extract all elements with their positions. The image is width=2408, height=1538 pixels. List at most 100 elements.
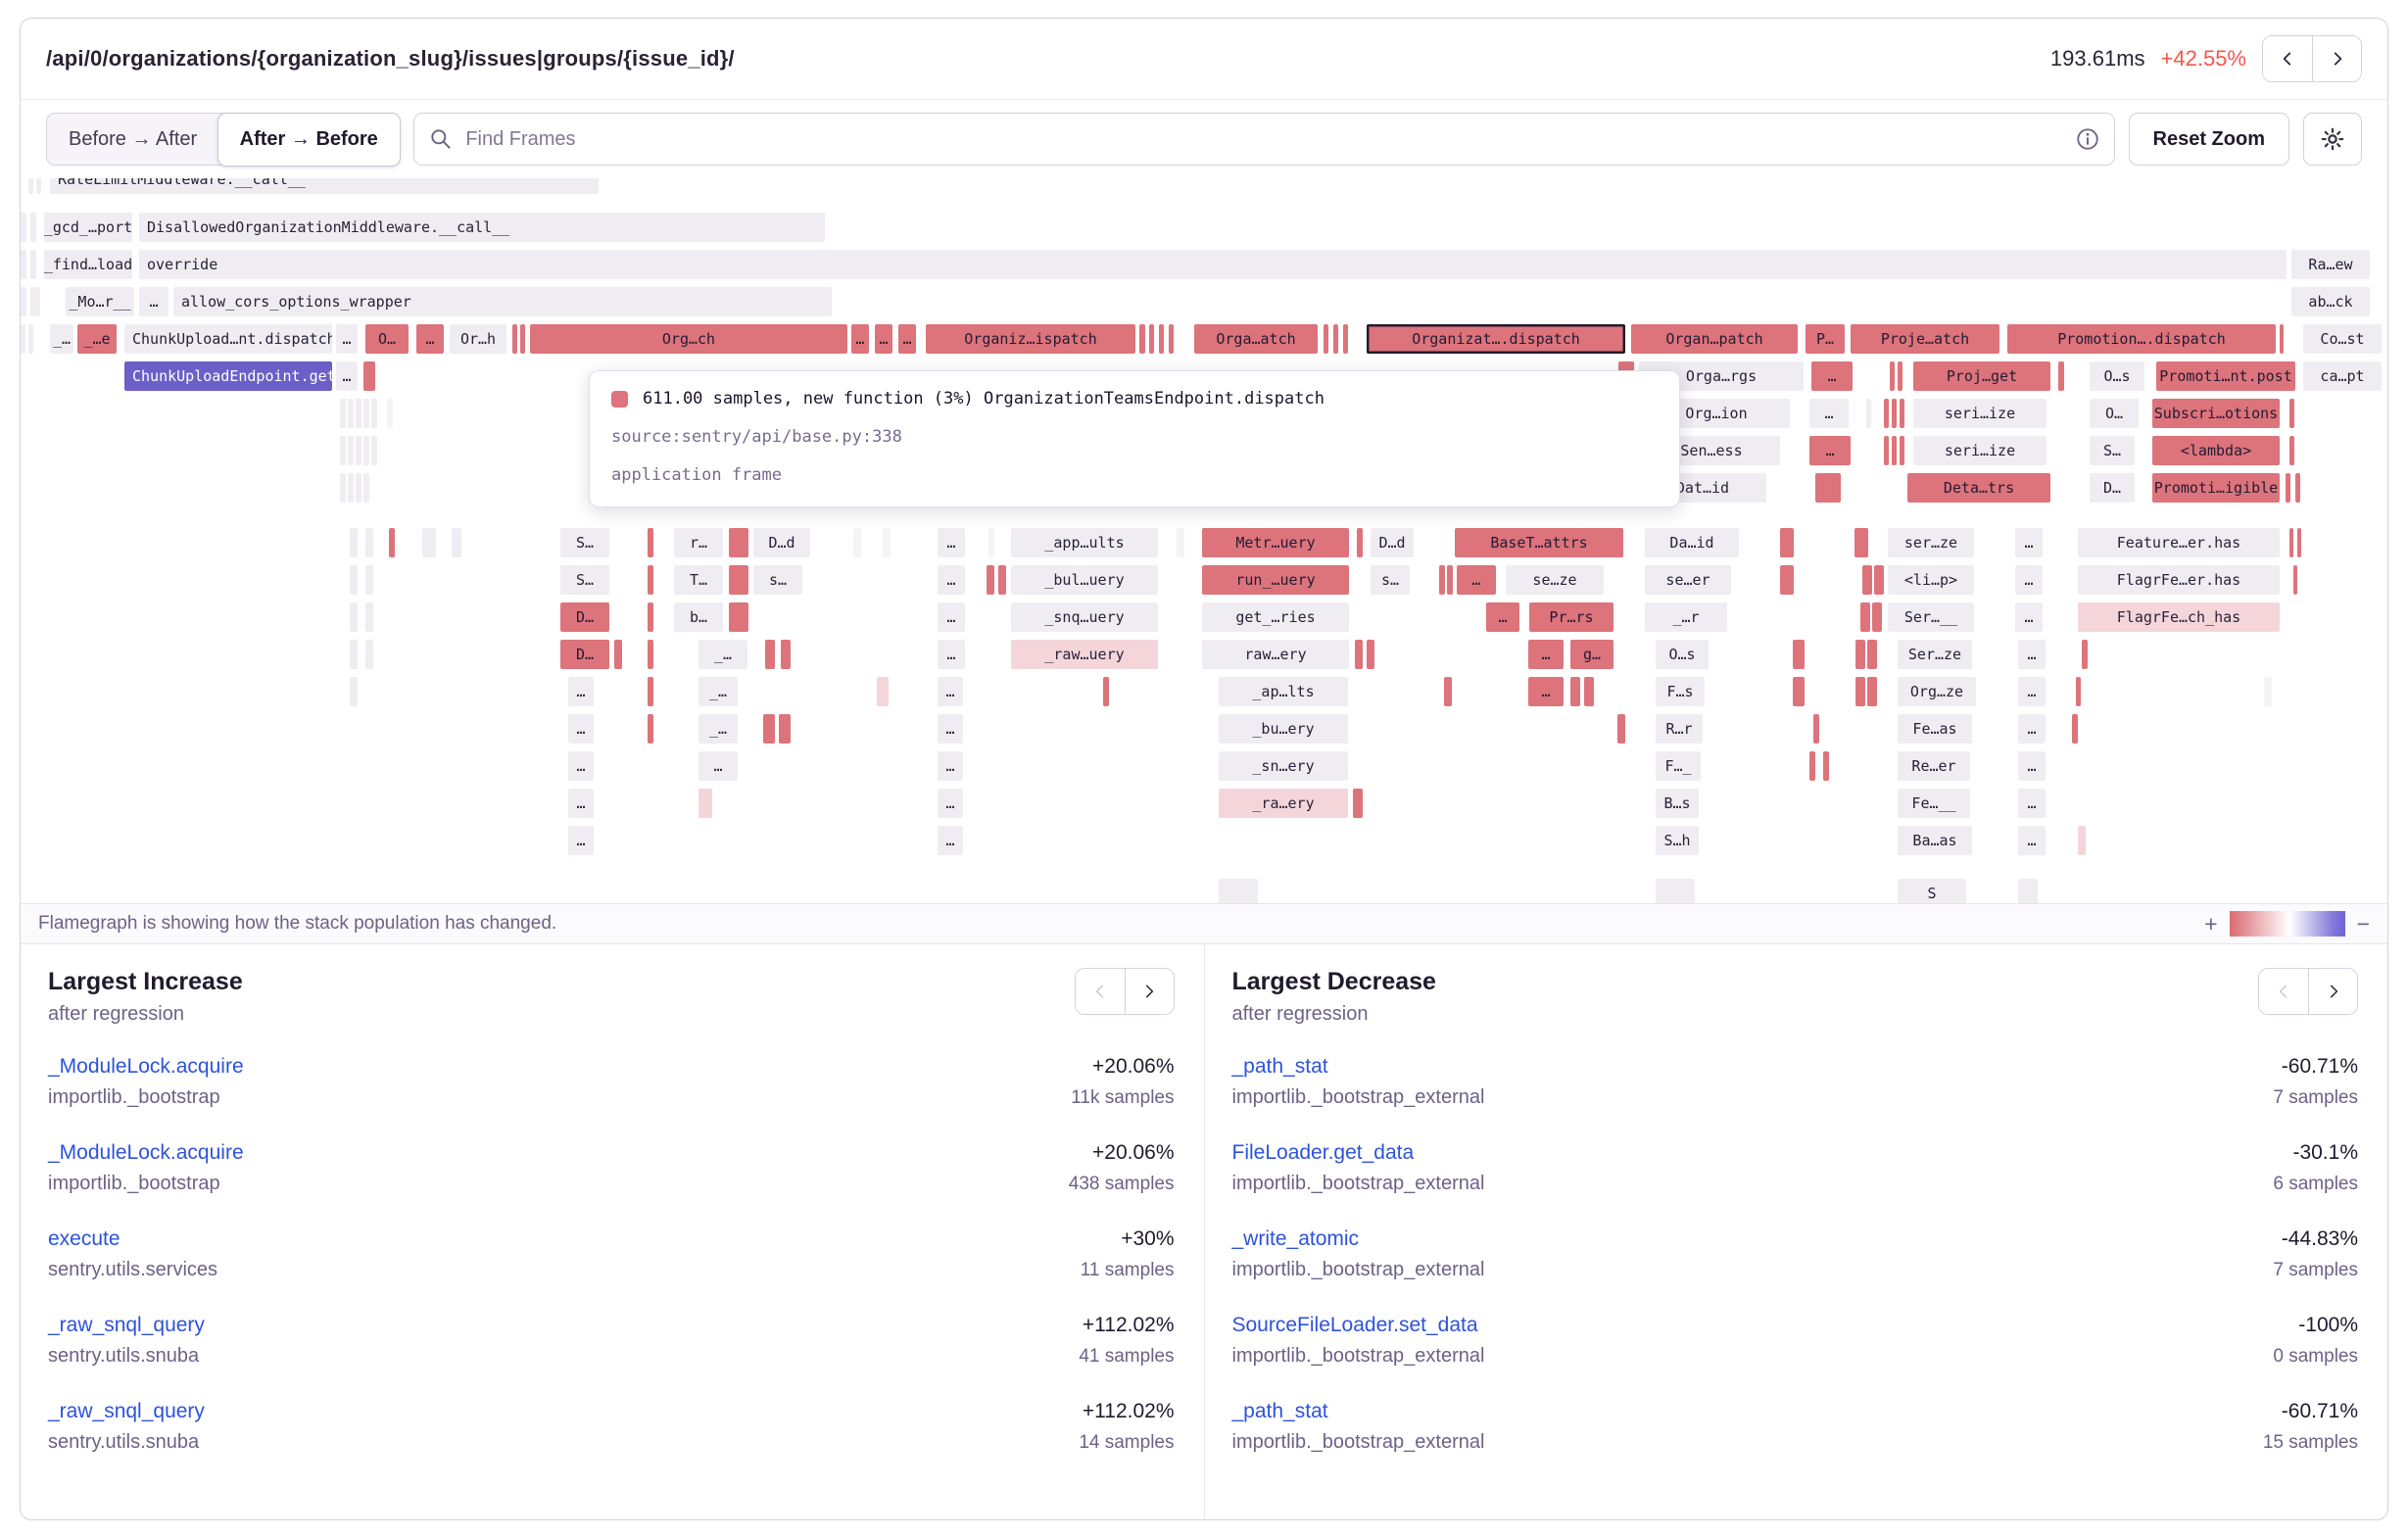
toggle-before-after[interactable]: Before → After xyxy=(47,114,218,165)
flame-frame[interactable]: ChunkUploadEndpoint.get xyxy=(124,361,332,391)
flame-frame[interactable]: get_…ries xyxy=(1202,602,1349,632)
flame-frame[interactable] xyxy=(2289,528,2293,557)
flame-frame[interactable]: … xyxy=(336,324,358,354)
flame-frame[interactable] xyxy=(365,602,373,632)
flame-frame[interactable]: _gcd_…port xyxy=(44,213,132,242)
flame-frame[interactable]: Or…h xyxy=(450,324,506,354)
flame-frame[interactable] xyxy=(363,399,369,428)
flame-frame[interactable] xyxy=(30,250,36,279)
flame-frame[interactable]: … xyxy=(2018,789,2046,818)
flame-frame[interactable] xyxy=(389,528,395,557)
function-link[interactable]: _ModuleLock.acquire xyxy=(48,1141,244,1165)
flame-frame[interactable]: … xyxy=(875,324,892,354)
flame-frame[interactable] xyxy=(2082,640,2088,669)
flame-frame[interactable] xyxy=(365,528,373,557)
flame-frame[interactable] xyxy=(1447,565,1453,595)
flame-frame[interactable]: se…er xyxy=(1645,565,1731,595)
flame-frame[interactable] xyxy=(1159,324,1164,354)
flame-frame[interactable]: … xyxy=(1809,436,1851,465)
flame-frame[interactable] xyxy=(387,399,393,428)
flame-frame[interactable]: O… xyxy=(2090,399,2139,428)
flame-frame[interactable] xyxy=(1892,399,1897,428)
flame-frame[interactable] xyxy=(1219,879,1258,903)
flame-frame[interactable]: … xyxy=(2018,826,2046,855)
flame-frame[interactable]: D… xyxy=(560,640,609,669)
flame-frame[interactable]: T… xyxy=(674,565,723,595)
flame-frame[interactable] xyxy=(350,677,358,706)
flame-frame[interactable]: Co…st xyxy=(2303,324,2382,354)
flame-frame[interactable] xyxy=(1898,361,1902,391)
flame-frame[interactable] xyxy=(763,714,775,744)
flame-frame[interactable] xyxy=(2072,714,2078,744)
flame-frame[interactable]: Metr…uery xyxy=(1202,528,1349,557)
flame-frame[interactable] xyxy=(363,473,369,503)
flame-frame[interactable] xyxy=(2078,826,2086,855)
decrease-next-button[interactable] xyxy=(2308,969,2357,1014)
flame-frame[interactable]: Proje…atch xyxy=(1851,324,1999,354)
flame-frame[interactable] xyxy=(1860,602,1870,632)
flame-frame[interactable]: D… xyxy=(560,602,609,632)
flame-frame[interactable] xyxy=(2289,436,2294,465)
flame-frame[interactable]: Org…ch xyxy=(530,324,847,354)
decrease-prev-button[interactable] xyxy=(2259,969,2308,1014)
flame-frame[interactable]: _sn…ery xyxy=(1219,751,1348,781)
increase-prev-button[interactable] xyxy=(1076,969,1125,1014)
flame-frame[interactable] xyxy=(998,565,1006,595)
settings-button[interactable] xyxy=(2303,113,2362,166)
flamegraph[interactable]: RateLimitMiddleware.__call___gcd_…portDi… xyxy=(21,178,2387,903)
flame-frame[interactable]: se…ze xyxy=(1506,565,1604,595)
flame-frame[interactable] xyxy=(1439,565,1445,595)
flame-frame[interactable] xyxy=(1333,324,1338,354)
flame-frame[interactable]: g… xyxy=(1570,640,1613,669)
flame-frame[interactable]: _… xyxy=(698,677,738,706)
flame-frame[interactable] xyxy=(698,789,712,818)
flame-frame[interactable] xyxy=(1617,714,1625,744)
function-link[interactable]: _raw_snql_query xyxy=(48,1314,205,1337)
flame-frame[interactable]: _app…ults xyxy=(1011,528,1158,557)
flame-frame[interactable] xyxy=(1353,789,1363,818)
flame-frame[interactable]: … xyxy=(2018,714,2046,744)
flame-frame[interactable] xyxy=(340,473,346,503)
flame-frame[interactable] xyxy=(1809,751,1815,781)
flame-frame[interactable] xyxy=(356,473,361,503)
flame-frame[interactable]: … xyxy=(938,640,965,669)
flame-frame[interactable]: Organ…patch xyxy=(1631,324,1798,354)
reset-zoom-button[interactable]: Reset Zoom xyxy=(2129,113,2289,166)
flame-frame[interactable] xyxy=(1892,436,1897,465)
flame-frame[interactable]: Fe…as xyxy=(1898,714,1972,744)
function-link[interactable]: SourceFileLoader.set_data xyxy=(1232,1314,1478,1337)
flame-frame[interactable]: _ra…ery xyxy=(1219,789,1348,818)
flame-frame[interactable] xyxy=(1780,528,1794,557)
flame-frame[interactable]: Da…id xyxy=(1645,528,1739,557)
flame-frame[interactable] xyxy=(452,528,461,557)
flame-frame[interactable]: s… xyxy=(753,565,802,595)
flame-frame[interactable]: _raw…uery xyxy=(1011,640,1158,669)
flame-frame[interactable]: S… xyxy=(2090,436,2135,465)
flame-frame[interactable] xyxy=(365,565,373,595)
flame-frame[interactable]: … xyxy=(568,714,594,744)
flame-frame[interactable]: … xyxy=(1457,565,1496,595)
flame-frame[interactable] xyxy=(1343,324,1348,354)
flame-frame[interactable]: _ap…lts xyxy=(1219,677,1348,706)
flame-frame[interactable]: _…r xyxy=(1645,602,1727,632)
flame-frame[interactable]: … xyxy=(2015,528,2043,557)
flame-frame[interactable] xyxy=(1862,565,1872,595)
flame-frame[interactable]: … xyxy=(139,287,169,316)
flame-frame[interactable]: _…e xyxy=(77,324,117,354)
flame-frame[interactable] xyxy=(2058,361,2064,391)
flame-frame[interactable] xyxy=(1867,677,1877,706)
flame-frame[interactable]: ca…pt xyxy=(2303,361,2382,391)
flame-frame[interactable] xyxy=(2286,473,2290,503)
flame-frame[interactable]: FlagrFe…er.has xyxy=(2078,565,2280,595)
flame-frame[interactable] xyxy=(1823,751,1829,781)
flame-frame[interactable]: Ba…as xyxy=(1898,826,1972,855)
flame-frame[interactable]: ChunkUpload…nt.dispatch xyxy=(124,324,332,354)
flame-frame[interactable] xyxy=(2018,879,2038,903)
flame-frame[interactable]: Promoti…igible xyxy=(2152,473,2280,503)
flame-frame[interactable] xyxy=(1355,640,1363,669)
flame-frame[interactable] xyxy=(729,602,748,632)
flame-frame[interactable] xyxy=(1884,436,1889,465)
flame-frame[interactable] xyxy=(1855,640,1865,669)
flame-frame[interactable] xyxy=(1890,361,1895,391)
flame-frame[interactable]: _find…load xyxy=(44,250,132,279)
